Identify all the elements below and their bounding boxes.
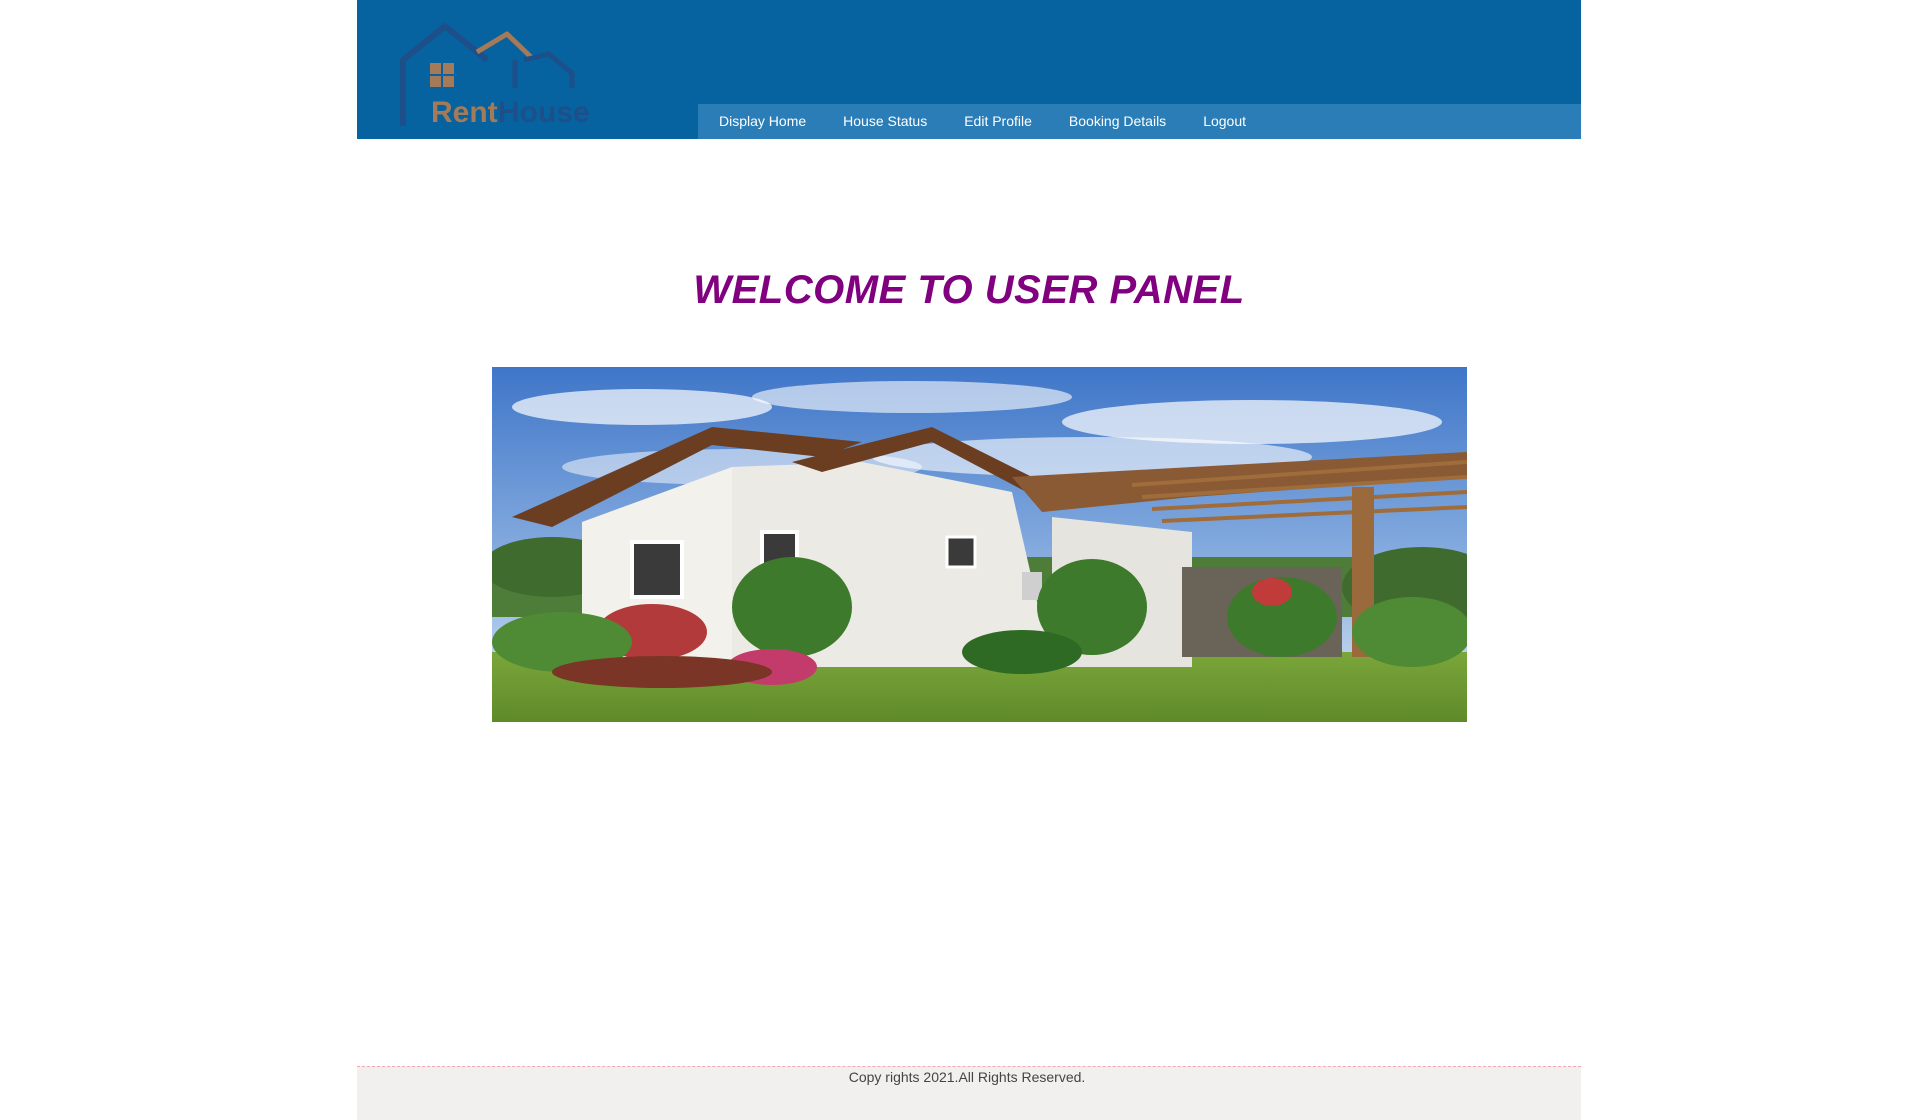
header: Rent House Display Home House Status Edi… [357,0,1581,139]
logo-text-house: House [498,96,590,129]
page: Rent House Display Home House Status Edi… [357,0,1581,1120]
footer: Copy rights 2021.All Rights Reserved. [357,1066,1581,1120]
logo-text-rent: Rent [431,96,498,129]
rent-house-logo[interactable]: Rent House [397,18,597,130]
nav-logout[interactable]: Logout [1190,104,1270,139]
house-photo [492,367,1467,722]
main-nav: Display Home House Status Edit Profile B… [698,104,1581,139]
copyright-text: Copy rights 2021.All Rights Reserved. [848,1069,1086,1085]
nav-house-status[interactable]: House Status [830,104,951,139]
welcome-title: WELCOME TO USER PANEL [693,268,1245,312]
nav-booking-details[interactable]: Booking Details [1056,104,1190,139]
nav-display-home[interactable]: Display Home [706,104,830,139]
nav-edit-profile[interactable]: Edit Profile [951,104,1056,139]
